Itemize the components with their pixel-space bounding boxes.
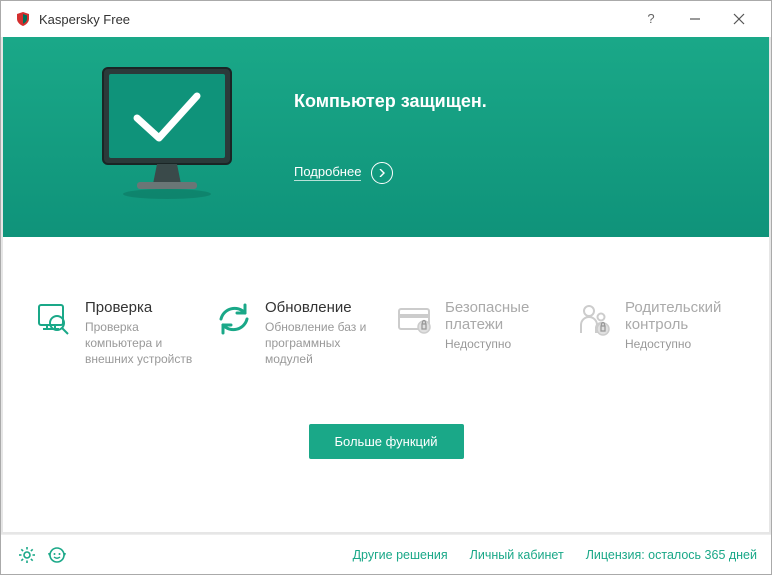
details-link[interactable]: Подробнее bbox=[294, 162, 393, 184]
details-link-label: Подробнее bbox=[294, 164, 361, 181]
feature-title: Родительский контроль bbox=[625, 299, 739, 333]
main-content: Проверка Проверка компьютера и внешних у… bbox=[1, 237, 771, 534]
minimize-button[interactable] bbox=[673, 1, 717, 37]
feature-title: Обновление bbox=[265, 299, 379, 316]
features-row: Проверка Проверка компьютера и внешних у… bbox=[3, 237, 769, 384]
feature-desc: Недоступно bbox=[625, 336, 739, 352]
feature-update[interactable]: Обновление Обновление баз и программных … bbox=[213, 299, 379, 368]
feature-desc: Обновление баз и программных модулей bbox=[265, 319, 379, 368]
update-icon bbox=[213, 299, 255, 341]
status-banner: Компьютер защищен. Подробнее bbox=[1, 37, 771, 237]
window-title: Kaspersky Free bbox=[39, 12, 130, 27]
footer-link-other-solutions[interactable]: Другие решения bbox=[353, 548, 448, 562]
footer-link-license[interactable]: Лицензия: осталось 365 дней bbox=[586, 548, 757, 562]
scan-icon bbox=[33, 299, 75, 341]
status-title: Компьютер защищен. bbox=[294, 91, 487, 112]
arrow-right-icon bbox=[371, 162, 393, 184]
titlebar: Kaspersky Free ? bbox=[1, 1, 771, 37]
monitor-checkmark-icon bbox=[79, 62, 254, 212]
footer-link-account[interactable]: Личный кабинет bbox=[470, 548, 564, 562]
help-button[interactable]: ? bbox=[629, 1, 673, 37]
payments-icon bbox=[393, 299, 435, 341]
svg-text:?: ? bbox=[647, 12, 654, 26]
feature-desc: Проверка компьютера и внешних устройств bbox=[85, 319, 199, 368]
feature-scan[interactable]: Проверка Проверка компьютера и внешних у… bbox=[33, 299, 199, 368]
feature-title: Проверка bbox=[85, 299, 199, 316]
kaspersky-logo-icon bbox=[15, 11, 31, 27]
settings-gear-icon[interactable] bbox=[15, 543, 39, 567]
support-icon[interactable] bbox=[45, 543, 69, 567]
feature-title: Безопасные платежи bbox=[445, 299, 559, 333]
parental-icon bbox=[573, 299, 615, 341]
feature-parental[interactable]: Родительский контроль Недоступно bbox=[573, 299, 739, 368]
close-button[interactable] bbox=[717, 1, 761, 37]
more-features-button[interactable]: Больше функций bbox=[309, 424, 464, 459]
footer: Другие решения Личный кабинет Лицензия: … bbox=[1, 534, 771, 574]
feature-desc: Недоступно bbox=[445, 336, 559, 352]
feature-payments[interactable]: Безопасные платежи Недоступно bbox=[393, 299, 559, 368]
